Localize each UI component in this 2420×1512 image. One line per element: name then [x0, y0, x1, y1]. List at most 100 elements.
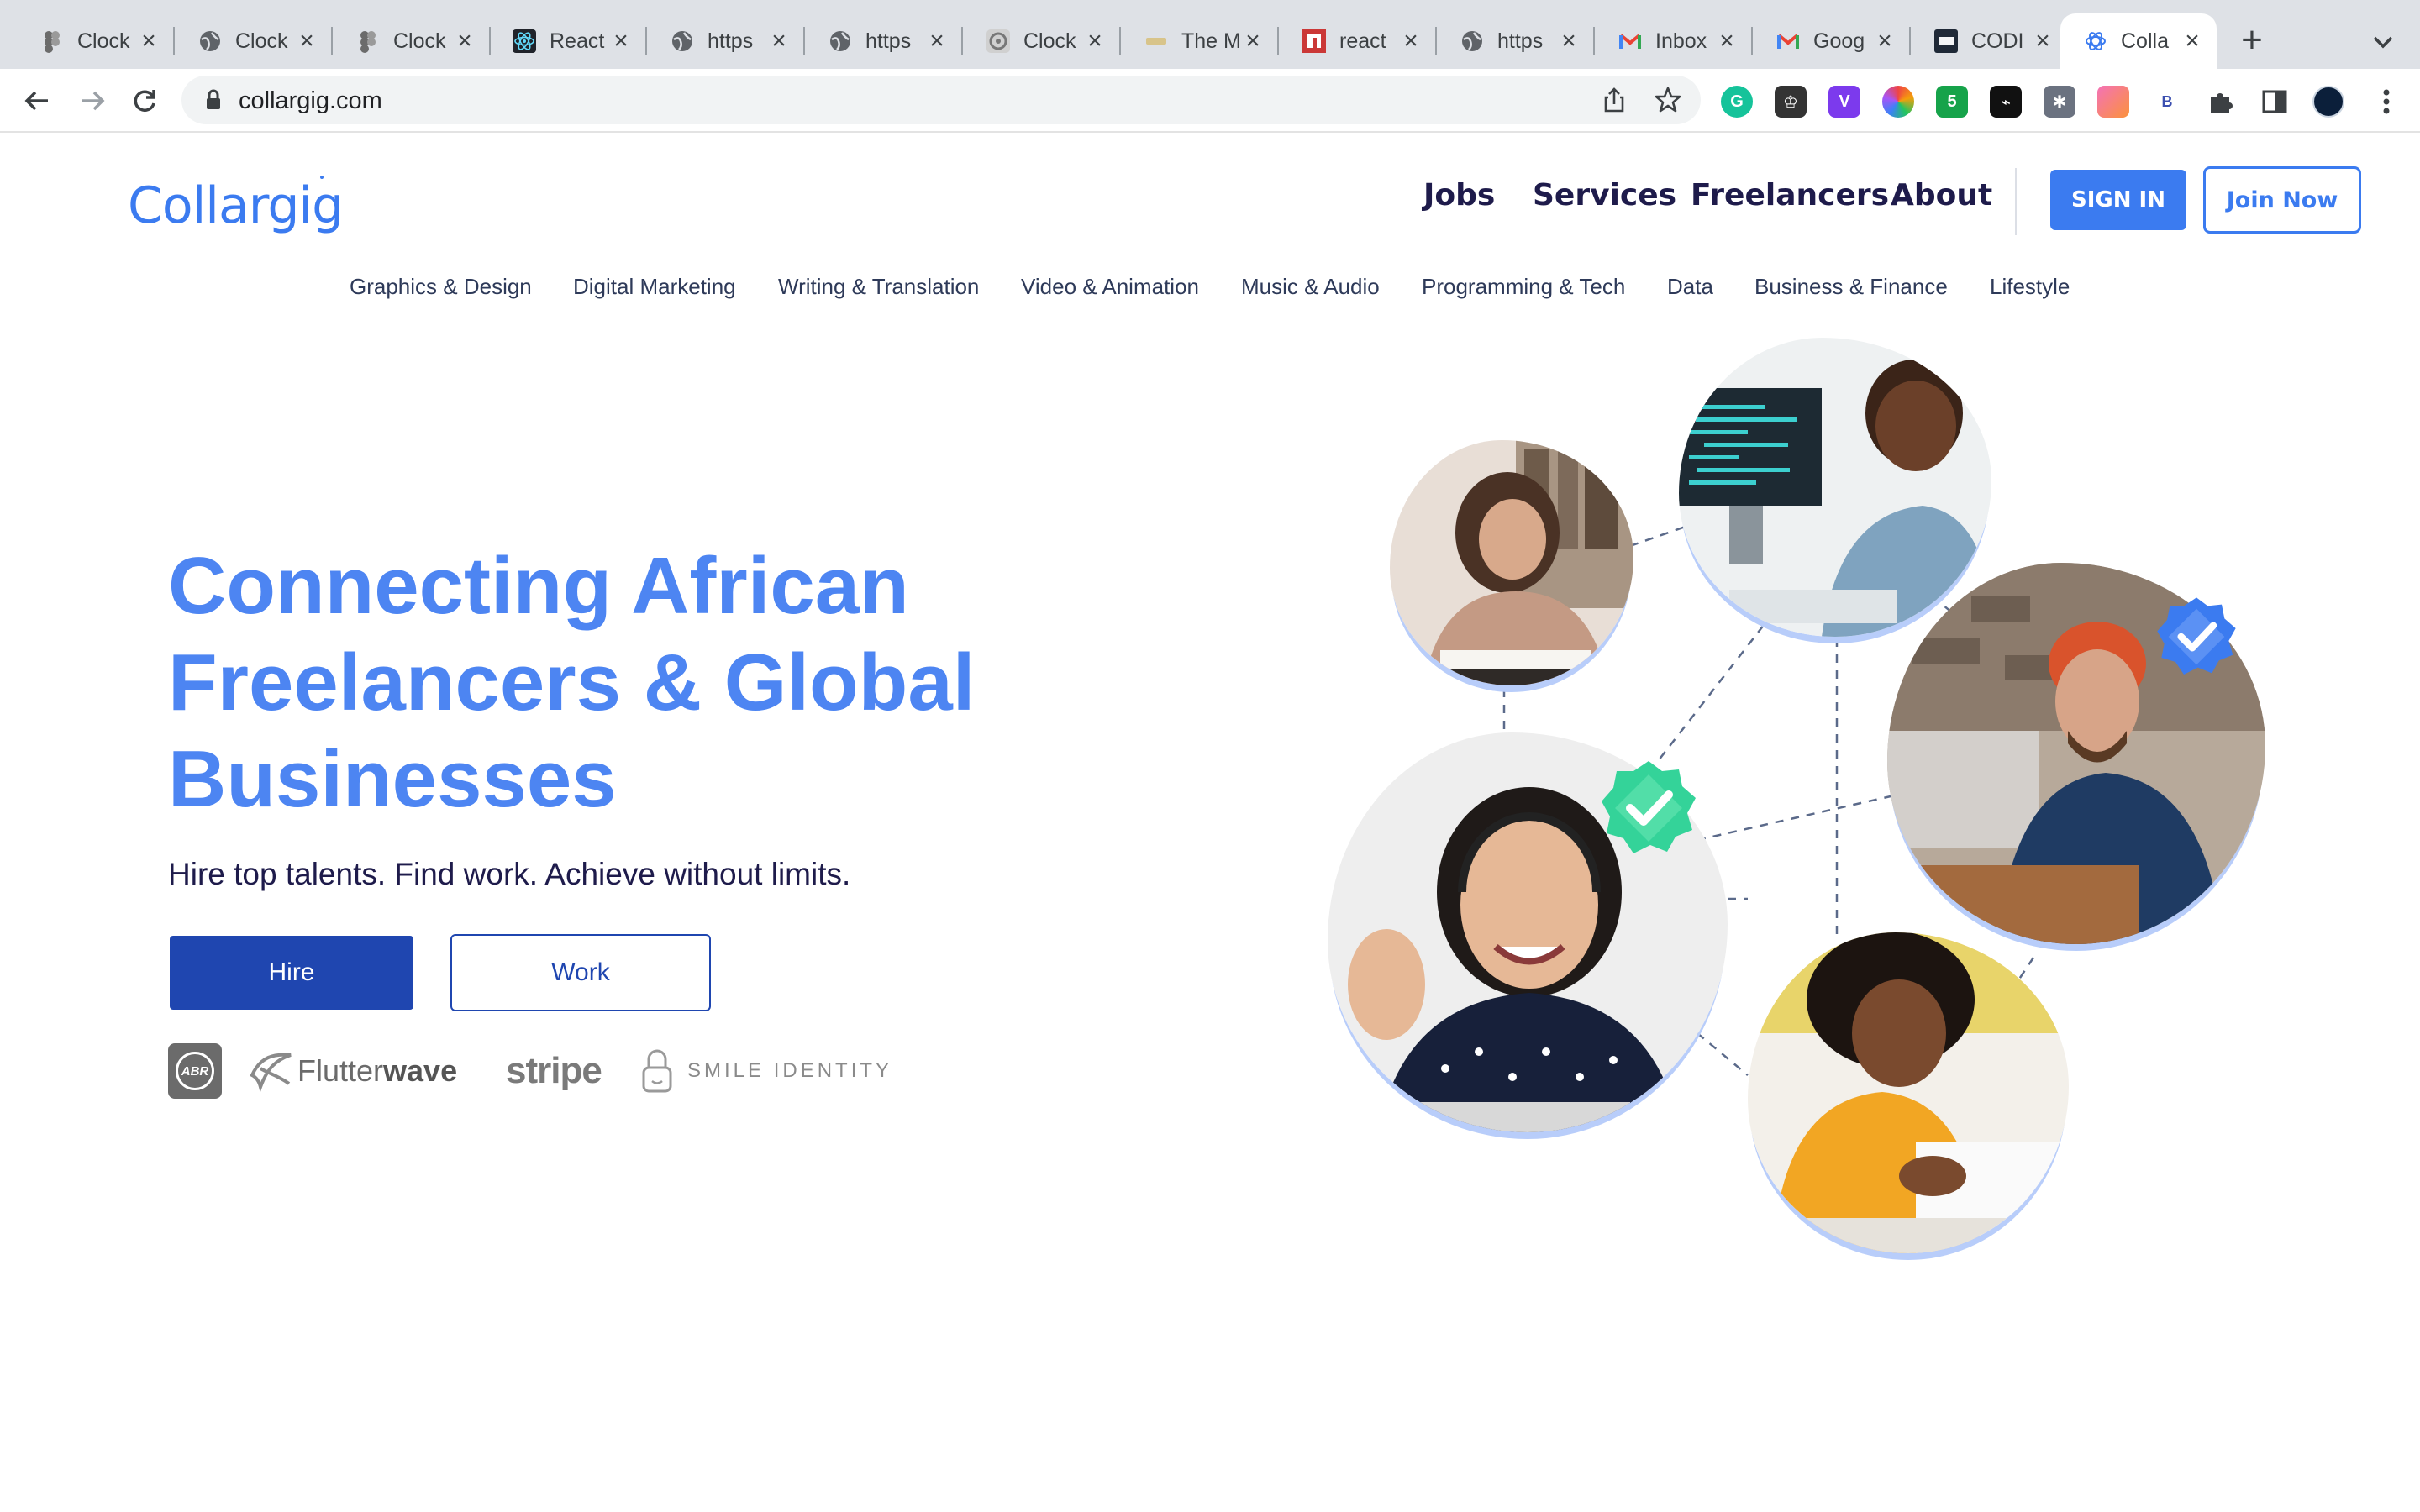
browser-tab[interactable]: The M × [1121, 13, 1277, 69]
sidepanel-icon[interactable] [2259, 86, 2291, 118]
flutterwave-mark-icon [250, 1053, 292, 1092]
freelancer-photo-writing-woman [1390, 440, 1634, 685]
tab-close-icon[interactable]: × [1872, 27, 1897, 55]
browser-tab[interactable]: Colla × [2060, 13, 2217, 69]
tab-close-icon[interactable]: × [1082, 27, 1107, 55]
nav-about[interactable]: About [1891, 178, 1992, 213]
bug-extension-icon[interactable]: ✱ [2044, 86, 2075, 118]
tab-close-icon[interactable]: × [1398, 27, 1423, 55]
stripe-text: stripe [506, 1050, 602, 1091]
browser-tab[interactable]: https × [1437, 13, 1593, 69]
browser-tab[interactable]: https × [647, 13, 803, 69]
tab-title: Goog [1813, 29, 1865, 53]
back-button[interactable] [17, 81, 57, 121]
browser-tab[interactable]: Clock × [333, 13, 489, 69]
lock-icon[interactable] [202, 88, 225, 112]
tab-close-icon[interactable]: × [1556, 27, 1581, 55]
tab-title: Inbox [1655, 29, 1707, 53]
browser-tab[interactable]: Clock × [963, 13, 1119, 69]
tab-close-icon[interactable]: × [766, 27, 792, 55]
browser-tab[interactable]: react × [1279, 13, 1435, 69]
address-bar[interactable]: collargig.com [182, 76, 1701, 124]
browser-toolbar: collargig.com G ♔ V 5 ⌁ ✱ B [0, 69, 2420, 133]
browser-tab[interactable]: Inbox × [1595, 13, 1751, 69]
category-writing-translation[interactable]: Writing & Translation [778, 274, 979, 300]
grammarly-icon[interactable]: G [1721, 86, 1753, 118]
puzzle-icon[interactable] [2205, 86, 2237, 118]
tab-close-icon[interactable]: × [294, 27, 319, 55]
category-graphics-design[interactable]: Graphics & Design [350, 274, 532, 300]
nav-jobs[interactable]: Jobs [1423, 178, 1495, 213]
category-programming-tech[interactable]: Programming & Tech [1422, 274, 1625, 300]
nav-services[interactable]: Services [1533, 178, 1676, 213]
crown-extension-icon[interactable]: ♔ [1775, 86, 1807, 118]
gradient-extension-icon[interactable] [2097, 86, 2129, 118]
tab-close-icon[interactable]: × [136, 27, 161, 55]
v-extension-icon[interactable]: V [1828, 86, 1860, 118]
browser-tab[interactable]: React × [489, 13, 645, 69]
tab-title: Clock [77, 29, 130, 53]
tab-close-icon[interactable]: × [2180, 27, 2205, 55]
profile-avatar-icon[interactable] [2312, 86, 2344, 118]
nav-divider [2015, 168, 2017, 235]
bookmark-star-icon[interactable] [1654, 86, 1682, 114]
stripe-logo: stripe [506, 1042, 602, 1100]
color-wheel-icon[interactable] [1882, 86, 1914, 118]
verified-badge-blue-icon [2157, 597, 2236, 675]
nav-freelancers[interactable]: Freelancers [1691, 178, 1889, 213]
vivid-extension-icon[interactable]: 5 [1936, 86, 1968, 118]
work-button[interactable]: Work [450, 934, 711, 1011]
freelancer-photo-developer-man [1679, 338, 1991, 637]
globe-icon [198, 29, 222, 53]
fire-extension-icon[interactable]: ⌁ [1990, 86, 2022, 118]
browser-tab[interactable]: https × [805, 13, 961, 69]
globe-icon [829, 29, 852, 53]
npm-icon [1302, 29, 1326, 53]
flutterwave-text-a: Flutter [297, 1053, 384, 1088]
forward-button[interactable] [72, 81, 113, 121]
tab-title: Colla [2121, 29, 2169, 53]
developer-man-illustration [1679, 338, 1991, 637]
hero-title-line-2: Freelancers & Global [168, 638, 976, 727]
hero-title-line-3: Businesses [168, 734, 617, 824]
new-tab-button[interactable]: + [2233, 22, 2270, 60]
category-business-finance[interactable]: Business & Finance [1754, 274, 1948, 300]
verified-badge-green-icon [1602, 761, 1696, 853]
tab-close-icon[interactable]: × [1240, 27, 1265, 55]
collargig-logo[interactable]: Collargig [128, 176, 344, 235]
sign-in-button[interactable]: SIGN IN [2050, 170, 2186, 230]
forward-arrow-icon [82, 91, 105, 111]
tab-close-icon[interactable]: × [452, 27, 477, 55]
browser-tab[interactable]: Clock × [17, 13, 173, 69]
browser-tab[interactable]: Clock × [175, 13, 331, 69]
tab-close-icon[interactable]: × [2030, 27, 2055, 55]
browser-tab[interactable]: CODI × [1911, 13, 2067, 69]
join-now-button[interactable]: Join Now [2203, 166, 2361, 234]
browser-tab[interactable]: Goog × [1753, 13, 1909, 69]
share-icon[interactable] [1600, 86, 1628, 114]
reload-button[interactable] [124, 81, 165, 121]
flutterwave-logo: Flutter wave [249, 1042, 457, 1100]
gmail-icon [1618, 29, 1642, 53]
b-extension-icon[interactable]: B [2151, 86, 2183, 118]
browser-menu-icon[interactable] [2371, 86, 2402, 118]
logo-accent-dot [320, 176, 324, 179]
tab-close-icon[interactable]: × [924, 27, 950, 55]
globe-icon [671, 29, 694, 53]
tab-close-icon[interactable]: × [1714, 27, 1739, 55]
tab-title: https [865, 29, 912, 53]
hero-subtitle: Hire top talents. Find work. Achieve wit… [168, 857, 851, 891]
tab-search-chevron-icon[interactable] [2368, 27, 2398, 57]
category-music-audio[interactable]: Music & Audio [1241, 274, 1380, 300]
back-arrow-icon [24, 91, 48, 111]
url-text[interactable]: collargig.com [239, 87, 382, 115]
figma-icon [356, 29, 380, 53]
category-video-animation[interactable]: Video & Animation [1021, 274, 1199, 300]
category-data[interactable]: Data [1667, 274, 1713, 300]
category-lifestyle[interactable]: Lifestyle [1990, 274, 2070, 300]
hire-button[interactable]: Hire [170, 936, 413, 1010]
browser-tab-strip: Clock × Clock × Clock × React × https × https × Cloc… [0, 0, 2420, 69]
category-digital-marketing[interactable]: Digital Marketing [573, 274, 736, 300]
hero-title: Connecting African Freelancers & Global … [168, 538, 1176, 827]
tab-close-icon[interactable]: × [608, 27, 634, 55]
